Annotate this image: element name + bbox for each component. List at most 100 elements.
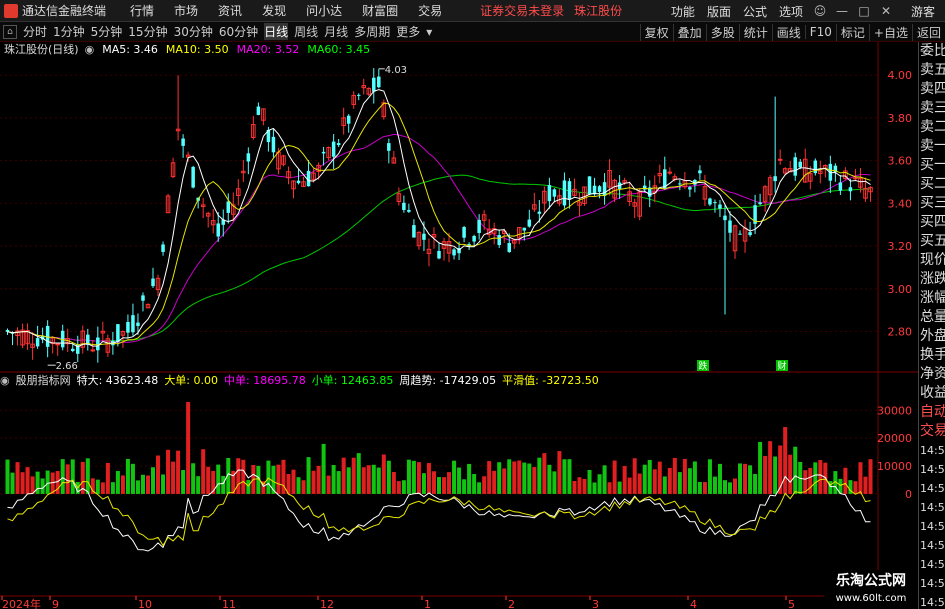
- flow-bar: [647, 459, 652, 494]
- period-tab-more[interactable]: 更多: [396, 23, 420, 40]
- indicator-header: ◉ 殷朋指标网 特大: 43623.48 大单: 0.00 中单: 18695.…: [0, 373, 878, 388]
- candle-body: [131, 315, 135, 333]
- date-tick-label: 3: [592, 598, 599, 609]
- flow-bar: [161, 474, 166, 494]
- back-button[interactable]: 返回: [911, 23, 945, 41]
- add-watchlist-button[interactable]: +自选: [868, 23, 912, 41]
- flow-bar: [30, 476, 35, 494]
- mark-button[interactable]: 标记: [835, 23, 869, 41]
- minimize-icon[interactable]: —: [833, 4, 851, 18]
- candle-body: [452, 249, 456, 256]
- period-tab-monthly[interactable]: 月线: [324, 23, 348, 40]
- watermark-url: www.60lt.com: [835, 593, 907, 604]
- flow-bar: [607, 482, 612, 494]
- candle-body: [96, 337, 100, 351]
- side-panel-item[interactable]: 交易: [919, 422, 945, 441]
- current-stock-name: 珠江股份: [574, 4, 623, 18]
- flow-bar: [702, 482, 707, 494]
- menu-item-wealth[interactable]: 财富圈: [362, 2, 398, 19]
- flow-bar: [552, 471, 557, 494]
- flow-bar: [186, 401, 191, 494]
- home-icon[interactable]: ⌂: [3, 24, 17, 39]
- indicator-field-small: 小单: 12463.85: [311, 374, 394, 387]
- flow-bar: [562, 459, 567, 494]
- flow-bar: [773, 456, 778, 494]
- multi-stock-button[interactable]: 多股: [705, 23, 739, 41]
- period-tab-30min[interactable]: 30分钟: [174, 23, 213, 40]
- indicator-field-large: 大单: 0.00: [164, 374, 219, 387]
- side-panel-item: 收益: [920, 385, 945, 401]
- maximize-icon[interactable]: □: [855, 4, 873, 18]
- date-tick-label: 5: [788, 598, 795, 609]
- menu-item-quotes[interactable]: 行情: [130, 2, 154, 19]
- dropdown-icon[interactable]: ▾: [426, 25, 432, 39]
- flow-bar: [55, 470, 60, 494]
- flow-bar: [311, 470, 316, 494]
- candle-body: [698, 170, 702, 174]
- guest-label[interactable]: 游客: [911, 3, 935, 20]
- adjust-button[interactable]: 复权: [639, 23, 673, 41]
- side-panel-item: 外盘: [920, 328, 945, 344]
- side-panel-item: 买三: [920, 195, 945, 211]
- flow-bar: [391, 472, 396, 494]
- flow-bar: [110, 482, 115, 494]
- flow-bar: [85, 458, 90, 494]
- menu-item-options[interactable]: 选项: [779, 3, 803, 20]
- menu-item-ask[interactable]: 问小达: [306, 2, 342, 19]
- menu-item-market[interactable]: 市场: [174, 2, 198, 19]
- main-chart-header: 珠江股份(日线) ◉ MA5: 3.46 MA10: 3.50 MA20: 3.…: [0, 42, 878, 57]
- chart-canvas[interactable]: 4.003.803.603.403.203.002.80 4.032.66 跌财 …: [0, 42, 918, 609]
- overlay-button[interactable]: 叠加: [672, 23, 706, 41]
- period-tab-60min[interactable]: 60分钟: [219, 23, 258, 40]
- period-tab-5min[interactable]: 5分钟: [91, 23, 123, 40]
- menu-item-formula[interactable]: 公式: [743, 3, 767, 20]
- period-tab-1min[interactable]: 1分钟: [53, 23, 85, 40]
- close-icon[interactable]: ✕: [877, 4, 895, 18]
- flow-bar: [622, 466, 627, 494]
- flow-bar: [712, 476, 717, 494]
- candle-body: [412, 225, 416, 238]
- menu-item-layout[interactable]: 版面: [707, 3, 731, 20]
- trade-login-warning[interactable]: 证券交易未登录: [480, 2, 564, 19]
- indicator-toggle-icon[interactable]: ◉: [0, 374, 10, 387]
- flow-bar: [532, 467, 537, 494]
- menu-item-trade[interactable]: 交易: [418, 2, 442, 19]
- flow-bar: [105, 462, 110, 494]
- side-panel-item: 14:56: [920, 482, 945, 495]
- period-tab-multi[interactable]: 多周期: [354, 23, 390, 40]
- draw-line-button[interactable]: 画线: [771, 23, 805, 41]
- event-marker-label: 财: [777, 360, 786, 372]
- period-tab-15min[interactable]: 15分钟: [128, 23, 167, 40]
- flow-bar: [808, 467, 813, 494]
- candle-body: [602, 182, 607, 196]
- side-panel-item: 净资: [920, 366, 945, 382]
- flow-bar: [542, 453, 547, 494]
- indicator-tick-label: 20000: [877, 432, 912, 445]
- flow-bar: [201, 449, 206, 494]
- side-panel-item: 委比: [920, 43, 945, 59]
- candle-body: [356, 94, 361, 96]
- candle-body: [552, 189, 557, 197]
- candle-body: [522, 227, 527, 231]
- user-icon[interactable]: ☺: [811, 4, 829, 18]
- candle-body: [813, 160, 818, 174]
- candle-body: [331, 141, 336, 157]
- indicator-field-super: 特大: 43623.48: [76, 374, 159, 387]
- menu-item-function[interactable]: 功能: [671, 3, 695, 20]
- side-panel-item[interactable]: 自动: [919, 403, 945, 422]
- flow-bar: [171, 461, 176, 494]
- candle-body: [402, 202, 406, 210]
- flow-bar: [421, 473, 426, 494]
- period-tab-weekly[interactable]: 周线: [294, 23, 318, 40]
- ma5-label: MA5: 3.46: [102, 42, 158, 56]
- quote-side-panel: 委比 卖五 卖四 卖三 卖二 卖一 买一 买二 买三 买四 买五 现价 涨跌 涨幅 总量 外盘 换手 净资 收益 自动…: [918, 42, 945, 609]
- f10-button[interactable]: F10: [804, 25, 836, 39]
- flow-bar: [497, 462, 502, 494]
- menu-item-news[interactable]: 资讯: [218, 2, 242, 19]
- menu-item-discover[interactable]: 发现: [262, 2, 286, 19]
- indicator-tick-label: 0: [905, 488, 912, 501]
- ma-toggle-icon[interactable]: ◉: [85, 43, 95, 56]
- stats-button[interactable]: 统计: [738, 23, 772, 41]
- period-tab-daily[interactable]: 日线: [264, 23, 289, 40]
- period-tab-timeshare[interactable]: 分时: [23, 23, 47, 40]
